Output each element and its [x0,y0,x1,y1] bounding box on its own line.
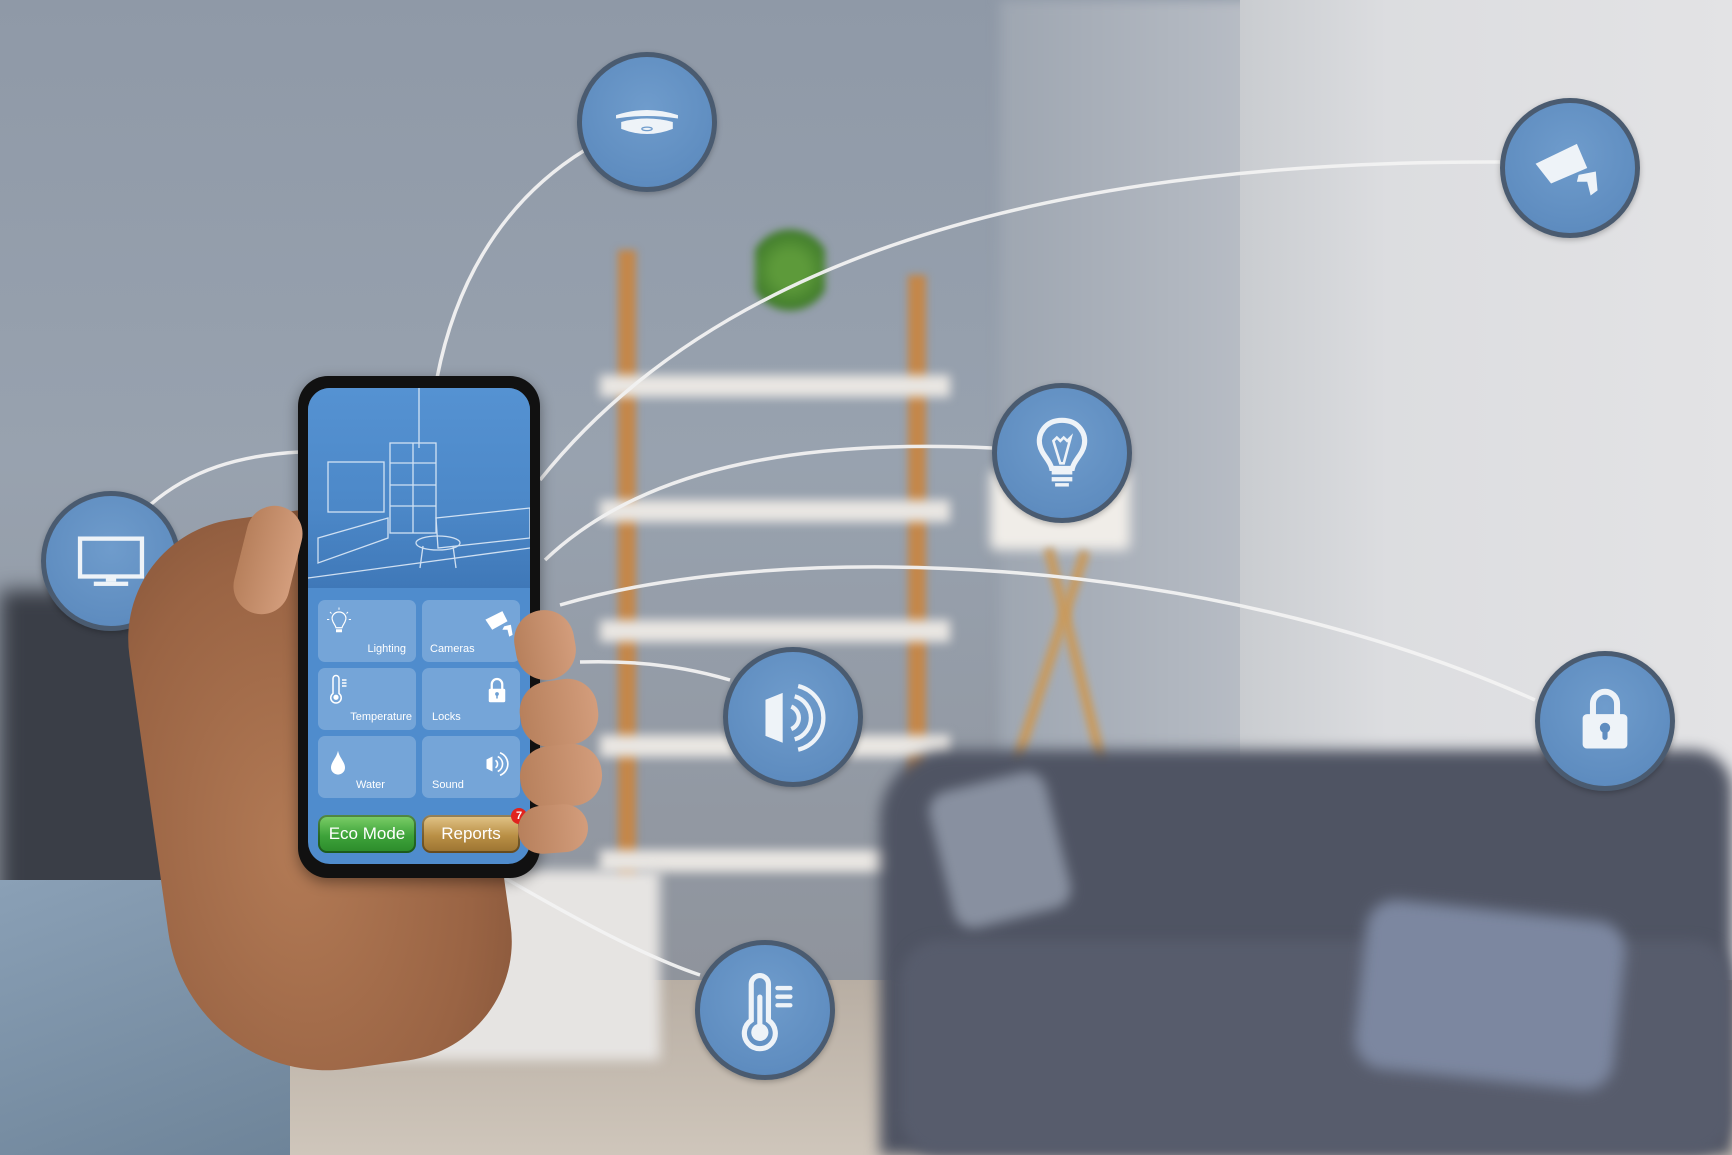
tile-label: Locks [432,711,461,723]
speaker-icon [765,683,826,752]
line-speaker [579,659,731,682]
tile-cameras[interactable]: Cameras [422,600,520,662]
thermometer-node[interactable] [695,940,835,1080]
eco-mode-button[interactable]: Eco Mode [318,815,416,853]
smartphone: Lighting Cameras Temperature Locks Water… [298,376,540,878]
blueprint-sketch [308,388,530,579]
padlock-icon [1582,688,1628,749]
security-camera-node[interactable] [1500,98,1640,238]
lightbulb-icon [327,607,351,633]
tile-label: Lighting [367,643,406,655]
speaker-icon [486,751,509,777]
line-bulb [543,444,993,562]
padlock-icon [488,677,506,703]
tile-label: Sound [432,779,464,791]
tile-label: Cameras [430,643,475,655]
reports-button[interactable]: Reports [422,815,520,853]
line-lock [559,565,1536,702]
thermometer-icon [741,973,793,1052]
smoke-detector-node[interactable] [577,52,717,192]
water-drop-icon [331,750,345,775]
tile-locks[interactable]: Locks [422,668,520,730]
tile-lighting[interactable]: Lighting [318,600,416,662]
line-tv [148,450,301,507]
lightbulb-node[interactable] [992,383,1132,523]
smoke-detector-icon [616,109,678,135]
thermometer-icon [330,674,347,704]
speaker-node[interactable] [723,647,863,787]
lock-node[interactable] [1535,651,1675,791]
line-smoke-detector [435,148,586,379]
phone-screen: Lighting Cameras Temperature Locks Water… [308,388,530,864]
tile-label: Temperature [350,711,412,723]
tile-temperature[interactable]: Temperature [318,668,416,730]
tile-label: Water [356,779,385,791]
lightbulb-icon [1036,417,1088,487]
tile-sound[interactable]: Sound [422,736,520,798]
line-thermometer [504,876,701,977]
tile-water[interactable]: Water [318,736,416,798]
security-camera-icon [1535,143,1598,196]
room-blueprint-image [308,388,530,588]
security-camera-icon [485,611,513,637]
